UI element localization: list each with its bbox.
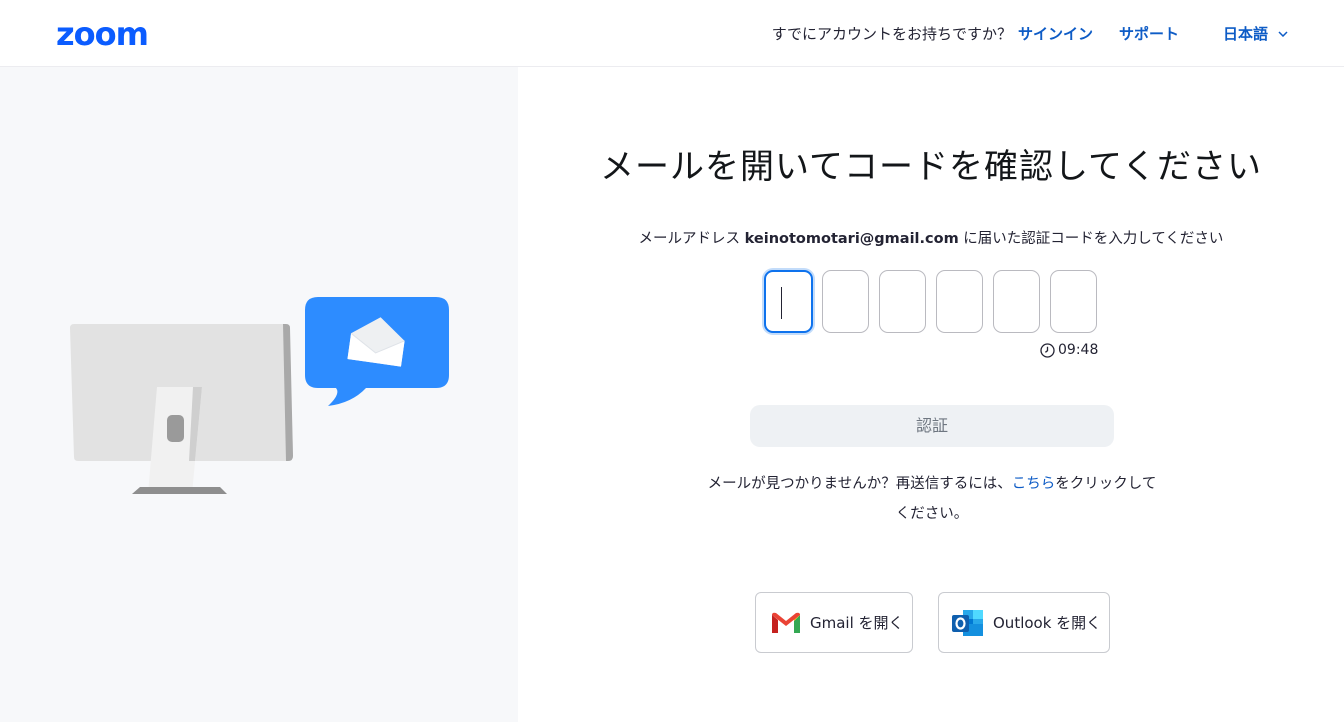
open-gmail-button[interactable]: Gmail を開く [755,592,913,653]
resend-text: メールが見つかりませんか？再送信するには、こちらをクリックしてください。 [704,469,1160,529]
clock-icon [1040,342,1055,358]
instruction-text: メールアドレス keinotomotari@gmail.com に届いた認証コー… [518,228,1344,250]
instruction-prefix: メールアドレス [638,231,745,247]
code-input-group [764,270,1107,333]
page-title: メールを開いてコードを確認してください [600,147,1262,187]
gmail-label: Gmail を開く [810,614,904,632]
signin-link[interactable]: サインイン [1018,23,1093,45]
top-header: zoom すでにアカウントをお持ちですか？ サインイン サポート 日本語 [0,0,1344,67]
code-digit-4[interactable] [936,270,983,333]
illustration-panel [0,67,518,722]
language-label: 日本語 [1222,25,1268,43]
outlook-icon [951,608,985,638]
gmail-icon [770,611,802,635]
code-digit-3[interactable] [879,270,926,333]
resend-link[interactable]: こちら [1012,476,1056,492]
chevron-down-icon [1278,31,1288,37]
language-selector[interactable]: 日本語 [1223,23,1288,45]
countdown-timer: 09:48 [1040,342,1098,358]
outlook-label: Outlook を開く [993,614,1102,632]
header-nav: すでにアカウントをお持ちですか？ サインイン サポート 日本語 [772,23,1288,45]
code-digit-6[interactable] [1050,270,1097,333]
text-caret [781,287,782,319]
support-link[interactable]: サポート [1119,23,1179,45]
zoom-logo[interactable]: zoom [56,16,149,52]
timer-value: 09:48 [1058,342,1099,358]
verification-panel: メールを開いてコードを確認してください メールアドレス keinotomotar… [518,67,1344,722]
code-digit-1[interactable] [764,270,813,333]
instruction-suffix: に届いた認証コードを入力してください [958,231,1224,247]
verify-button[interactable]: 認証 [750,405,1114,447]
resend-prefix: メールが見つかりませんか？再送信するには、 [707,476,1012,492]
monitor-email-illustration [70,297,449,494]
code-digit-2[interactable] [822,270,869,333]
account-question-text: すでにアカウントをお持ちですか？ [771,25,1012,43]
email-address: keinotomotari@gmail.com [744,231,959,247]
open-outlook-button[interactable]: Outlook を開く [938,592,1110,653]
code-digit-5[interactable] [993,270,1040,333]
